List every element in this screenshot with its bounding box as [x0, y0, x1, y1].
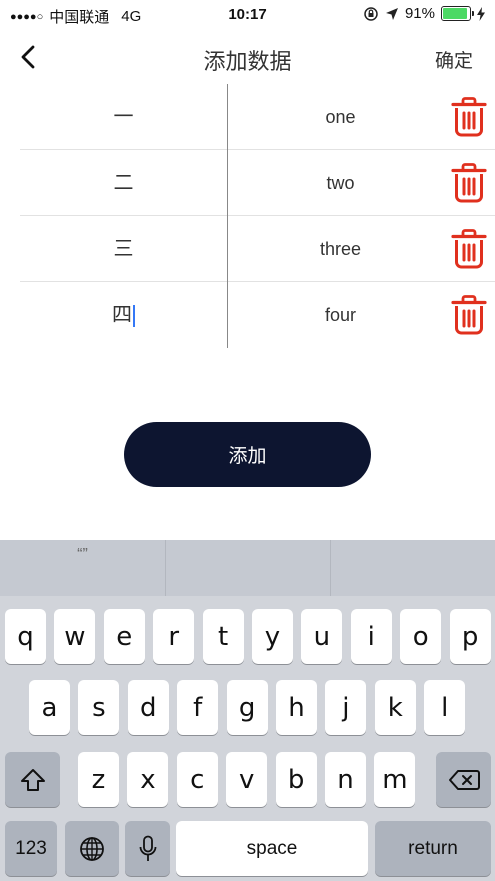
- dictation-key[interactable]: [125, 821, 170, 876]
- trash-icon[interactable]: [450, 97, 488, 137]
- english-input[interactable]: two: [228, 150, 453, 216]
- key-i[interactable]: i: [350, 609, 392, 664]
- key-b[interactable]: b: [275, 752, 317, 807]
- data-table: 一 one 二 two 三 three 四 four: [20, 84, 495, 348]
- key-k[interactable]: k: [374, 680, 416, 735]
- chinese-value: 四: [112, 304, 132, 326]
- trash-icon[interactable]: [450, 229, 488, 269]
- key-p[interactable]: p: [449, 609, 491, 664]
- chinese-input[interactable]: 三: [20, 216, 228, 282]
- english-value: four: [324, 305, 357, 325]
- table-row: 四 four: [20, 282, 495, 348]
- charging-bolt-icon: [477, 6, 485, 21]
- suggestion-empty[interactable]: [330, 540, 495, 596]
- key-q[interactable]: q: [5, 609, 46, 664]
- key-t[interactable]: t: [202, 609, 244, 664]
- status-bar: ●●●●○ 中国联通 4G 10:17 91%: [0, 0, 495, 30]
- globe-icon: [80, 836, 104, 861]
- chinese-value: 一: [113, 106, 134, 128]
- key-n[interactable]: n: [325, 752, 366, 807]
- suggestion-bar: “”: [0, 540, 495, 596]
- key-s[interactable]: s: [78, 680, 120, 735]
- key-j[interactable]: j: [325, 680, 367, 735]
- keyboard: “” qwertyuiop asdfghjkl zxcvbnm 123 spac…: [0, 540, 495, 881]
- text-caret: [133, 304, 135, 327]
- key-e[interactable]: e: [103, 609, 145, 664]
- chinese-value: 三: [113, 238, 134, 260]
- confirm-button[interactable]: 确定: [435, 46, 473, 73]
- chinese-input[interactable]: 一: [20, 84, 228, 150]
- key-g[interactable]: g: [226, 680, 268, 735]
- english-value: one: [325, 107, 356, 127]
- key-h[interactable]: h: [276, 680, 317, 735]
- english-value: two: [326, 173, 355, 193]
- english-input[interactable]: three: [228, 216, 453, 282]
- page-title: 添加数据: [203, 49, 292, 74]
- key-y[interactable]: y: [252, 609, 293, 664]
- key-u[interactable]: u: [301, 609, 343, 664]
- battery-percent: 91%: [404, 5, 435, 22]
- chinese-input[interactable]: 四: [20, 282, 228, 348]
- battery-level: [443, 8, 467, 19]
- location-arrow-icon: [385, 7, 398, 20]
- trash-icon[interactable]: [450, 295, 488, 335]
- shift-key[interactable]: [5, 752, 60, 807]
- english-input[interactable]: one: [228, 84, 453, 150]
- key-r[interactable]: r: [153, 609, 195, 664]
- key-l[interactable]: l: [424, 680, 466, 735]
- return-key[interactable]: return: [375, 821, 491, 876]
- shift-arrow-icon: [20, 768, 45, 791]
- battery-icon: [441, 6, 474, 21]
- microphone-icon: [139, 835, 156, 861]
- english-input[interactable]: four: [228, 282, 453, 348]
- key-a[interactable]: a: [29, 680, 70, 735]
- suggestion-empty[interactable]: [165, 540, 330, 596]
- add-row-button[interactable]: 添加: [124, 422, 371, 487]
- navigation-bar: 添加数据 确定: [0, 30, 495, 84]
- key-f[interactable]: f: [177, 680, 219, 735]
- key-d[interactable]: d: [127, 680, 169, 735]
- globe-key[interactable]: [65, 821, 119, 876]
- key-x[interactable]: x: [127, 752, 169, 807]
- numbers-key[interactable]: 123: [5, 821, 57, 876]
- key-m[interactable]: m: [374, 752, 416, 807]
- key-z[interactable]: z: [78, 752, 119, 807]
- table-row: 二 two: [20, 150, 495, 216]
- key-v[interactable]: v: [226, 752, 268, 807]
- suggestion-quotes[interactable]: “”: [0, 540, 165, 596]
- english-value: three: [319, 239, 362, 259]
- key-w[interactable]: w: [54, 609, 96, 664]
- chinese-value: 二: [113, 172, 134, 194]
- backspace-icon: [448, 769, 480, 790]
- table-row: 一 one: [20, 84, 495, 150]
- chinese-input[interactable]: 二: [20, 150, 228, 216]
- key-o[interactable]: o: [400, 609, 442, 664]
- trash-icon[interactable]: [450, 163, 488, 203]
- space-key[interactable]: space: [176, 821, 368, 876]
- status-right: 91%: [363, 5, 485, 22]
- backspace-key[interactable]: [436, 752, 491, 807]
- orientation-lock-icon: [364, 6, 378, 21]
- table-row: 三 three: [20, 216, 495, 282]
- key-c[interactable]: c: [176, 752, 218, 807]
